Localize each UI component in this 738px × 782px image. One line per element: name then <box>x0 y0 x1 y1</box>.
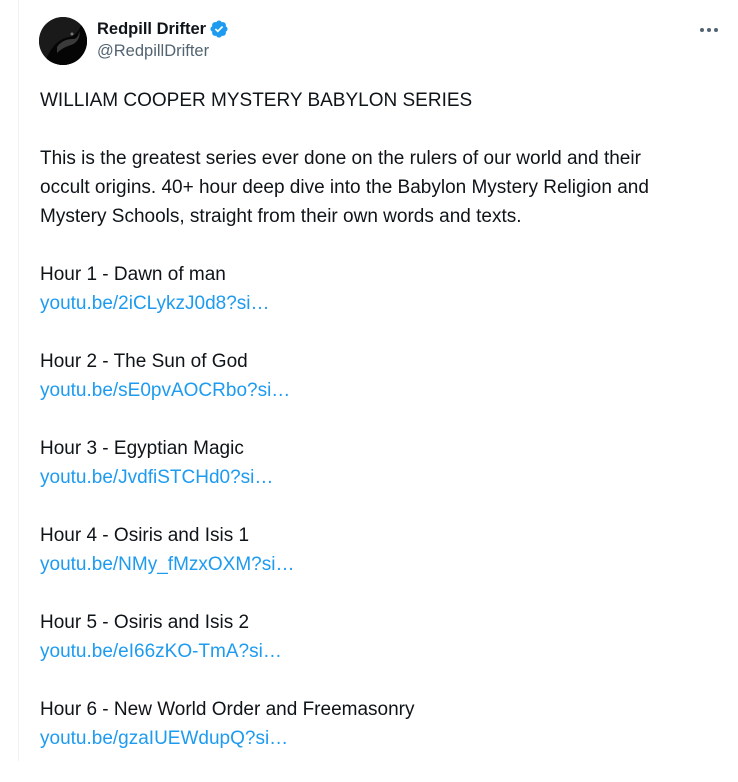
hour-entry: Hour 4 - Osiris and Isis 1 youtu.be/NMy_… <box>40 521 720 579</box>
hour-entry: Hour 1 - Dawn of man youtu.be/2iCLykzJ0d… <box>40 260 720 318</box>
hour-entry: Hour 2 - The Sun of God youtu.be/sE0pvAO… <box>40 347 720 405</box>
hour-entry: Hour 5 - Osiris and Isis 2 youtu.be/eI66… <box>40 608 720 666</box>
hour-title: Hour 5 - Osiris and Isis 2 <box>40 612 250 633</box>
author-handle[interactable]: @RedpillDrifter <box>97 42 229 61</box>
author-display-name[interactable]: Redpill Drifter <box>97 20 206 39</box>
youtube-link[interactable]: youtu.be/eI66zKO-TmA?si… <box>40 637 720 666</box>
verified-badge-icon[interactable] <box>209 19 229 39</box>
hour-entry: Hour 6 - New World Order and Freemasonry… <box>40 695 720 753</box>
tweet-intro: This is the greatest series ever done on… <box>40 144 720 231</box>
hour-title: Hour 6 - New World Order and Freemasonry <box>40 699 415 720</box>
tweet-text: WILLIAM COOPER MYSTERY BABYLON SERIES Th… <box>40 86 720 753</box>
intro-line: occult origins. 40+ hour deep dive into … <box>40 177 649 198</box>
tweet-title: WILLIAM COOPER MYSTERY BABYLON SERIES <box>40 90 473 111</box>
tweet: Redpill Drifter @RedpillDrifter WILLIAM … <box>39 16 720 782</box>
avatar-image <box>39 17 87 65</box>
avatar[interactable] <box>39 17 87 65</box>
youtube-link[interactable]: youtu.be/2iCLykzJ0d8?si… <box>40 289 720 318</box>
youtube-link[interactable]: youtu.be/NMy_fMzxOXM?si… <box>40 550 720 579</box>
youtube-link[interactable]: youtu.be/gzaIUEWdupQ?si… <box>40 724 720 753</box>
tweet-header: Redpill Drifter @RedpillDrifter <box>39 16 720 72</box>
hour-title: Hour 4 - Osiris and Isis 1 <box>40 525 250 546</box>
intro-line: This is the greatest series ever done on… <box>40 148 641 169</box>
timeline-divider <box>18 0 19 761</box>
youtube-link[interactable]: youtu.be/JvdfiSTCHd0?si… <box>40 463 720 492</box>
hour-title: Hour 1 - Dawn of man <box>40 264 226 285</box>
hour-title: Hour 3 - Egyptian Magic <box>40 438 244 459</box>
hour-entry: Hour 3 - Egyptian Magic youtu.be/JvdfiST… <box>40 434 720 492</box>
intro-line: Mystery Schools, straight from their own… <box>40 206 522 227</box>
hour-title: Hour 2 - The Sun of God <box>40 351 248 372</box>
author-info: Redpill Drifter @RedpillDrifter <box>97 18 229 61</box>
more-options-icon[interactable] <box>694 18 724 42</box>
youtube-link[interactable]: youtu.be/sE0pvAOCRbo?si… <box>40 376 720 405</box>
